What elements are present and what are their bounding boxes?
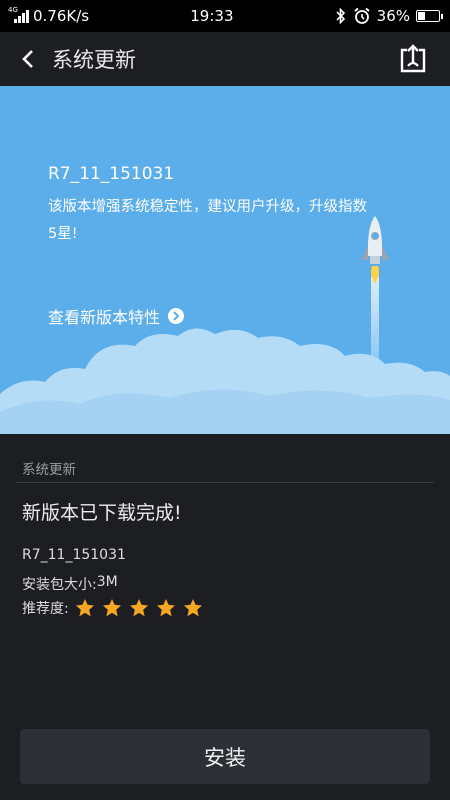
package-size-label: 安装包大小:	[22, 577, 97, 593]
section-header: 系统更新	[22, 462, 76, 478]
package-version: R7_11_151031	[22, 547, 126, 563]
divider	[16, 482, 434, 483]
install-button[interactable]: 安装	[20, 729, 430, 784]
status-bar-right: 36%	[335, 7, 443, 25]
network-type: 4G	[8, 6, 18, 14]
recommendation-label: 推荐度:	[22, 601, 69, 617]
star-icon	[129, 599, 148, 617]
view-features-link[interactable]: 查看新版本特性	[48, 304, 185, 328]
status-bar: 4G 0.76K/s 19:33 36%	[0, 0, 450, 32]
banner-description: 该版本增强系统稳定性，建议用户升级，升级指数5星!	[48, 199, 367, 242]
rating-stars	[75, 598, 203, 618]
star-icon	[102, 599, 121, 617]
alarm-icon	[354, 7, 370, 24]
banner-version: R7_11_151031	[48, 164, 175, 184]
battery-percent: 36%	[376, 7, 410, 25]
package-size-value: 3M	[96, 574, 118, 590]
update-banner: R7_11_151031 该版本增强系统稳定性，建议用户升级，升级指数5星! 查…	[0, 86, 450, 434]
share-icon[interactable]	[398, 44, 428, 74]
download-status: 新版本已下载完成!	[22, 502, 182, 524]
view-features-label: 查看新版本特性	[48, 308, 161, 327]
star-icon	[75, 599, 94, 617]
title-bar: 系统更新	[0, 32, 450, 86]
network-speed: 0.76K/s	[33, 7, 90, 25]
package-size: 安装包大小: 3M	[22, 574, 118, 594]
clock: 19:33	[190, 7, 234, 25]
battery-fill	[418, 12, 426, 20]
page-title: 系统更新	[52, 48, 136, 72]
star-icon	[156, 599, 175, 617]
recommendation: 推荐度:	[22, 598, 203, 618]
battery-icon	[416, 10, 443, 22]
signal-icon: 4G	[8, 6, 29, 23]
star-icon	[183, 599, 202, 617]
bluetooth-icon	[336, 8, 345, 24]
chevron-right-circle-icon	[168, 308, 185, 324]
clouds-illustration	[0, 328, 450, 434]
status-bar-left: 4G 0.76K/s	[8, 6, 90, 25]
chevron-left-icon[interactable]	[14, 45, 42, 73]
